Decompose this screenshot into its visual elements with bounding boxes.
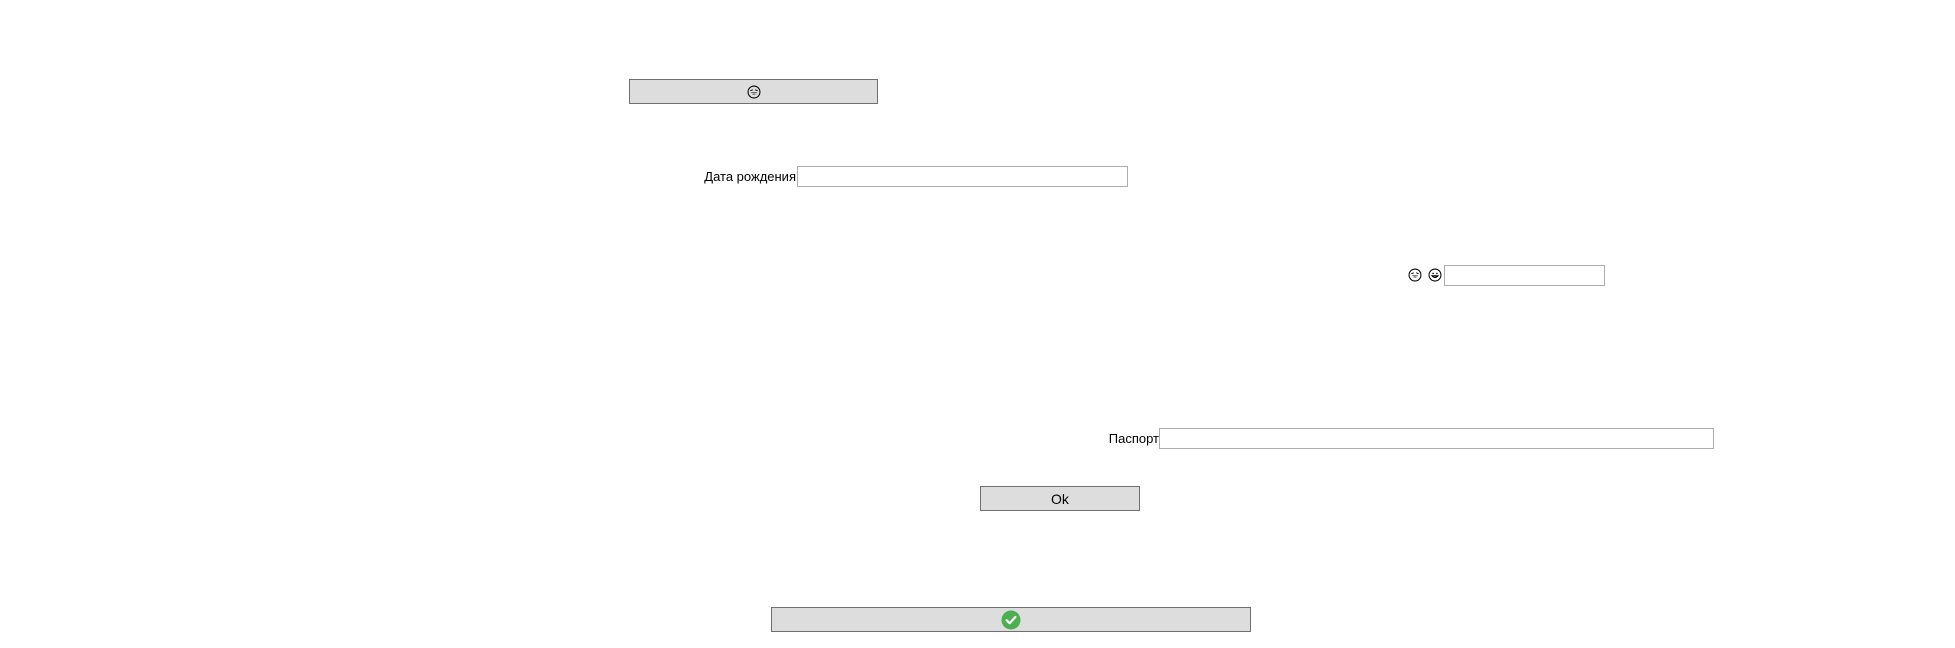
form-window: Дата рождения Паспорт Ok	[0, 0, 1955, 648]
confirm-button[interactable]	[771, 607, 1251, 632]
laughing-face-icon	[747, 85, 761, 99]
ok-button-label: Ok	[1051, 490, 1069, 507]
birth-date-input[interactable]	[797, 166, 1128, 187]
emoji-button[interactable]	[629, 79, 878, 104]
green-check-circle-icon	[1001, 610, 1021, 630]
grinning-face-icon	[1428, 268, 1442, 282]
passport-label: Паспорт	[1108, 431, 1159, 446]
passport-input[interactable]	[1159, 428, 1714, 449]
birth-date-label: Дата рождения	[704, 169, 796, 184]
emoji-input[interactable]	[1444, 265, 1605, 286]
ok-button[interactable]: Ok	[980, 486, 1140, 511]
laughing-face-icon	[1408, 268, 1422, 282]
